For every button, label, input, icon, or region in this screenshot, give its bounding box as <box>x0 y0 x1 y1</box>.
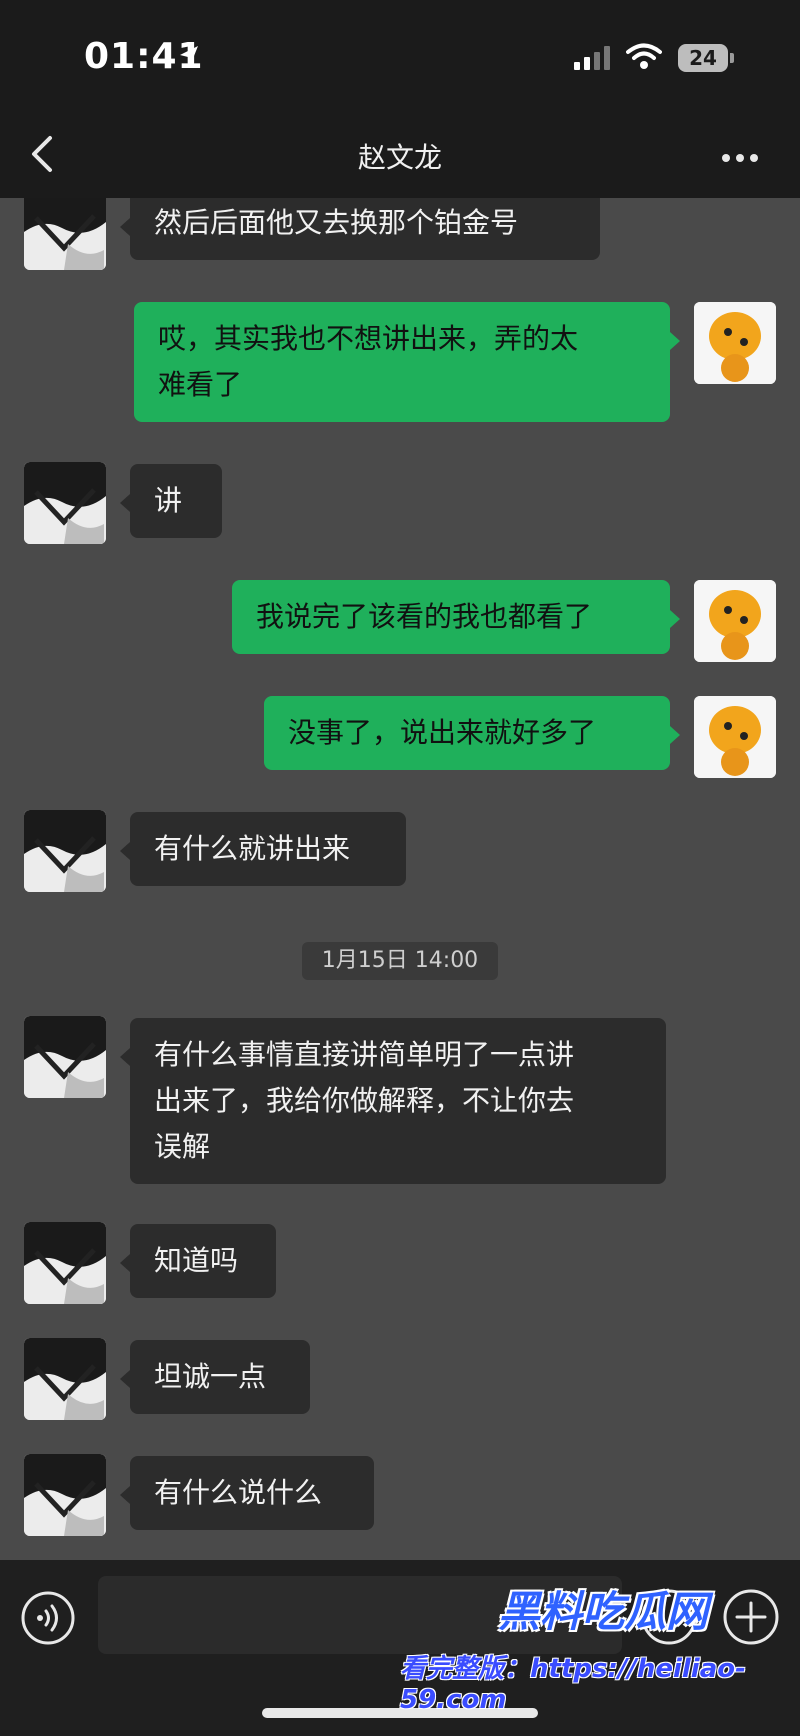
more-options-icon[interactable] <box>722 148 758 167</box>
contact-avatar[interactable] <box>24 198 106 270</box>
bubble-tail <box>670 726 680 744</box>
status-bar: 01:41 24 <box>0 0 800 120</box>
bubble-tail <box>670 610 680 628</box>
add-attachment-icon[interactable] <box>722 1588 780 1650</box>
message-bubble-outgoing[interactable]: 我说完了该看的我也都看了 <box>232 580 670 654</box>
wifi-icon <box>626 43 662 75</box>
bubble-tail <box>120 1486 130 1504</box>
message-bubble-incoming[interactable]: 有什么事情直接讲简单明了一点讲 出来了，我给你做解释，不让你去 误解 <box>130 1018 666 1184</box>
bubble-tail <box>120 218 130 236</box>
message-bubble-outgoing[interactable]: 哎，其实我也不想讲出来，弄的太 难看了 <box>134 302 670 422</box>
contact-avatar[interactable] <box>24 810 106 892</box>
chat-header: 赵文龙 <box>0 120 800 198</box>
bubble-tail <box>120 494 130 512</box>
contact-avatar[interactable] <box>24 1222 106 1304</box>
message-bubble-incoming[interactable]: 知道吗 <box>130 1224 276 1298</box>
battery-level: 24 <box>678 44 728 72</box>
location-arrow-icon <box>178 44 200 72</box>
cellular-signal-icon <box>574 46 614 74</box>
my-avatar[interactable] <box>694 696 776 778</box>
my-avatar[interactable] <box>694 302 776 384</box>
voice-input-icon[interactable] <box>20 1590 76 1650</box>
contact-avatar[interactable] <box>24 1454 106 1536</box>
bubble-tail <box>120 1048 130 1066</box>
contact-avatar[interactable] <box>24 1016 106 1098</box>
message-bubble-incoming[interactable]: 有什么说什么 <box>130 1456 374 1530</box>
my-avatar[interactable] <box>694 580 776 662</box>
bubble-tail <box>670 332 680 350</box>
bubble-tail <box>120 1254 130 1272</box>
message-list[interactable]: 然后后面他又去换那个铂金号 哎，其实我也不想讲出来，弄的太 难看了 讲 我说完了… <box>0 198 800 1560</box>
message-timestamp: 1月15日 14:00 <box>302 942 498 980</box>
message-bubble-incoming[interactable]: 坦诚一点 <box>130 1340 310 1414</box>
message-bubble-incoming[interactable]: 然后后面他又去换那个铂金号 <box>130 198 600 260</box>
contact-name: 赵文龙 <box>357 141 442 174</box>
bubble-tail <box>120 1370 130 1388</box>
watermark-logo: 黑料吃瓜网 <box>498 1587 709 1636</box>
bubble-tail <box>120 842 130 860</box>
battery-tip <box>730 53 734 63</box>
message-bubble-incoming[interactable]: 讲 <box>130 464 222 538</box>
message-bubble-incoming[interactable]: 有什么就讲出来 <box>130 812 406 886</box>
message-bubble-outgoing[interactable]: 没事了，说出来就好多了 <box>264 696 670 770</box>
contact-avatar[interactable] <box>24 1338 106 1420</box>
contact-avatar[interactable] <box>24 462 106 544</box>
watermark-url: 看完整版：https://heiliao-59.com <box>400 1654 746 1715</box>
